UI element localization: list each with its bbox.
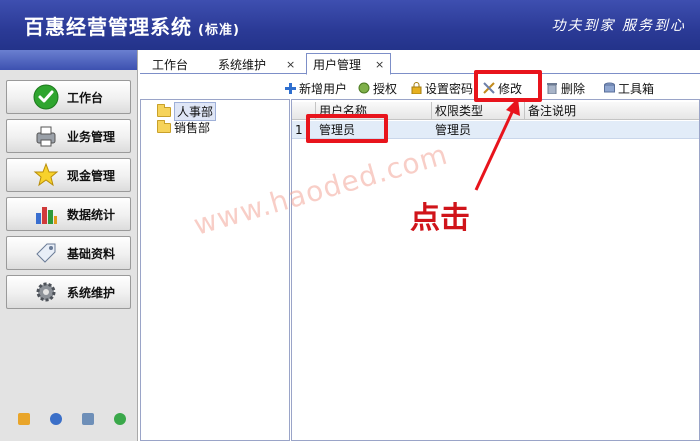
plus-icon [284,82,296,94]
close-icon[interactable]: × [375,58,384,71]
grant-button[interactable]: 授权 [358,79,397,97]
bar-chart-icon [31,199,61,229]
clock-icon[interactable] [50,413,62,425]
sidebar-item-statistics[interactable]: 数据统计 [6,197,131,231]
tab-label: 用户管理 [313,57,362,72]
sidebar-item-label: 现金管理 [67,168,116,183]
app-title: 百惠经营管理系统 (标准) [24,11,240,40]
set-password-button[interactable]: 设置密码 [410,79,473,97]
highlight-box-edit-button [474,70,542,102]
printer-icon [31,121,61,151]
click-annotation-label: 点击 [410,201,470,236]
sidebar-item-label: 数据统计 [67,207,116,222]
toolbox-icon [603,82,615,94]
tag-icon [31,238,61,268]
trash-icon [546,82,558,94]
monitor-icon[interactable] [82,413,94,425]
delete-label: 删除 [561,81,586,96]
sidebar: 工作台 业务管理 现金管理 数据统计 基础资料 系统维护 [0,50,138,441]
tab-user-management[interactable]: 用户管理 × [306,53,392,75]
toolbar: 新增用户 授权 设置密码 修改 删除 工具箱 [140,75,700,99]
grant-icon [358,82,370,94]
tab-label: 系统维护 [218,57,267,72]
tree-item-sales[interactable]: 销售部 [157,119,211,135]
sidebar-bottom-icons [0,413,138,429]
column-header-permission[interactable]: 权限类型 [432,102,525,120]
star-icon [31,160,61,190]
tab-workbench[interactable]: 工作台 [152,54,188,74]
tree-item-label: 销售部 [174,121,211,135]
sidebar-item-workbench[interactable]: 工作台 [6,80,131,114]
gear-icon [31,277,61,307]
column-header-remark[interactable]: 备注说明 [525,102,699,120]
tab-bar: 工作台 系统维护 × 用户管理 × [140,50,700,75]
sidebar-item-label: 工作台 [67,90,104,105]
toolbox-label: 工具箱 [618,81,655,96]
app-edition: (标准) [198,23,240,38]
highlight-box-user-row [306,114,388,143]
sidebar-item-label: 基础资料 [67,246,116,261]
user-grid: 用户名称 权限类型 备注说明 1 管理员 管理员 [291,99,700,441]
set-password-label: 设置密码 [425,81,474,96]
cell-remark[interactable] [525,121,699,139]
sidebar-item-label: 业务管理 [67,129,116,144]
close-icon[interactable]: × [286,58,295,71]
refresh-icon[interactable] [114,413,126,425]
tab-label: 工作台 [152,57,189,72]
lock-icon [410,82,422,94]
sidebar-item-business[interactable]: 业务管理 [6,119,131,153]
app-header: 百惠经营管理系统 (标准) 功夫到家 服务到心 [0,0,700,50]
grant-label: 授权 [373,81,398,96]
department-tree: 人事部 销售部 [140,99,290,441]
sidebar-item-basic-data[interactable]: 基础资料 [6,236,131,270]
sidebar-item-system[interactable]: 系统维护 [6,275,131,309]
folder-icon [157,103,171,117]
app-title-text: 百惠经营管理系统 [24,15,192,39]
app-slogan: 功夫到家 服务到心 [551,18,686,34]
tab-system[interactable]: 系统维护 × [218,54,295,74]
sidebar-item-cash[interactable]: 现金管理 [6,158,131,192]
folder-icon [157,119,171,133]
folder-icon[interactable] [18,413,30,425]
check-circle-icon [31,82,61,112]
add-user-button[interactable]: 新增用户 [284,79,347,97]
tree-item-hr[interactable]: 人事部 [157,102,217,121]
cell-permission[interactable]: 管理员 [432,121,525,139]
toolbox-button[interactable]: 工具箱 [603,79,654,97]
sidebar-header-bar [0,50,137,70]
sidebar-item-label: 系统维护 [67,285,116,300]
add-user-label: 新增用户 [299,81,348,96]
delete-button[interactable]: 删除 [546,79,585,97]
